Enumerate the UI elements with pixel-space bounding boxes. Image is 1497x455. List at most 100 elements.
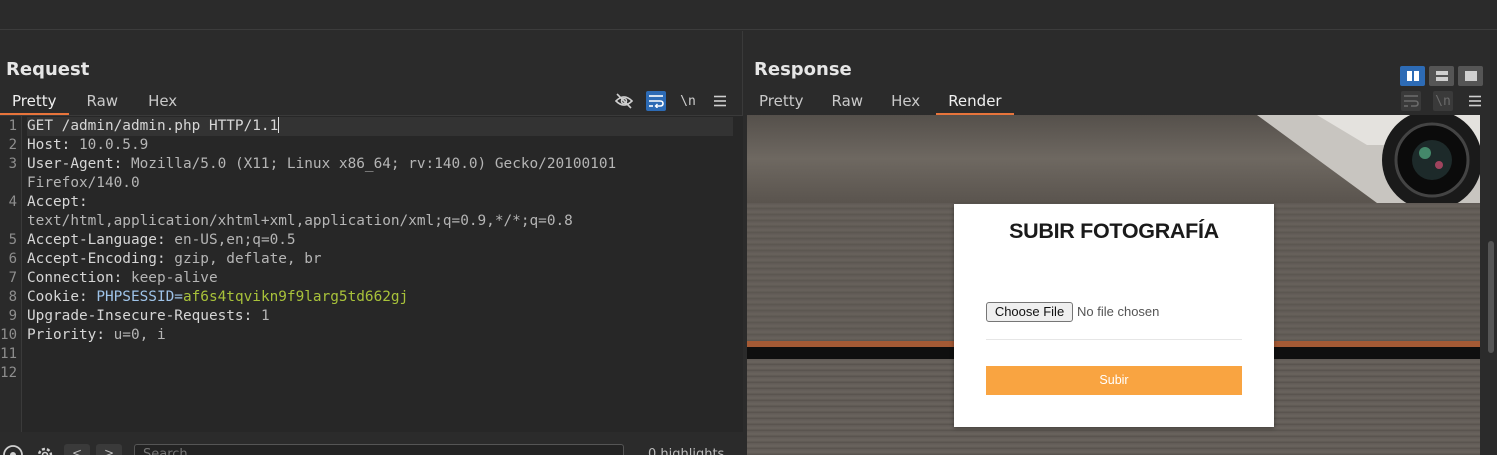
header-value: u=0, i (104, 327, 166, 343)
response-pane: Response Pretty Raw Hex Render \n SUBIR … (744, 31, 1497, 455)
request-tools: \n (614, 89, 730, 113)
response-tabs: Pretty Raw Hex Render (747, 89, 1018, 115)
header-name: Cookie (27, 289, 79, 305)
header-line-wrap: text/html,application/xhtml+xml,applicat… (27, 212, 573, 231)
response-title: Response (754, 59, 852, 80)
tab-hex[interactable]: Hex (136, 89, 189, 115)
line-number: 4 (8, 194, 17, 210)
line-number-gutter: 1 2 3 4 5 6 7 8 9 10 11 12 (0, 116, 22, 434)
header-line: Accept: (27, 193, 88, 212)
upload-heading: SUBIR FOTOGRAFÍA (1009, 219, 1219, 243)
request-editor[interactable]: 1 2 3 4 5 6 7 8 9 10 11 12 GET /admin/ad… (0, 115, 743, 434)
previous-match-button[interactable]: < (64, 444, 90, 455)
submit-button[interactable]: Subir (986, 366, 1242, 395)
header-value: gzip, deflate, br (165, 251, 322, 267)
tab-raw[interactable]: Raw (75, 89, 131, 115)
scrollbar-thumb[interactable] (1488, 241, 1494, 353)
tab-hex[interactable]: Hex (879, 89, 932, 115)
header-value: Mozilla/5.0 (X11; Linux x86_64; rv:140.0… (122, 156, 617, 172)
request-pane: Request Pretty Raw Hex \n 1 2 3 4 5 6 7 … (0, 31, 743, 455)
line-number: 6 (8, 251, 17, 267)
header-name: Priority (27, 327, 97, 343)
text-caret (278, 117, 280, 133)
response-tools: \n (1401, 89, 1485, 113)
line-number: 5 (8, 232, 17, 248)
header-line: Upgrade-Insecure-Requests: 1 (27, 307, 270, 326)
header-sep: : (156, 232, 166, 248)
line-number: 2 (8, 137, 17, 153)
gear-icon[interactable] (34, 444, 54, 455)
request-title: Request (6, 59, 90, 80)
eye-slash-icon[interactable] (614, 91, 634, 111)
header-line: Cookie: PHPSESSID=af6s4tqvikn9f9larg5td6… (27, 288, 408, 307)
header-line: Accept-Encoding: gzip, deflate, br (27, 250, 322, 269)
line-number: 10 (0, 327, 17, 343)
header-sep: : (78, 194, 88, 210)
top-toolbar (0, 0, 1497, 30)
line-number: 11 (0, 346, 17, 362)
header-line: Host: 10.0.5.9 (27, 136, 148, 155)
cookie-name: PHPSESSID (87, 289, 175, 305)
header-sep: : (113, 156, 123, 172)
divider (986, 339, 1242, 340)
file-status-text: No file chosen (1077, 304, 1160, 319)
header-name: Host (27, 137, 62, 153)
single-pane-icon[interactable] (1458, 66, 1483, 86)
hamburger-menu-icon[interactable] (1465, 91, 1485, 111)
header-line: Priority: u=0, i (27, 326, 166, 345)
newline-toggle[interactable]: \n (1433, 91, 1453, 111)
highlights-count: 0 highlights (648, 447, 725, 455)
wrap-lines-icon[interactable] (1401, 91, 1421, 111)
header-value: en-US,en;q=0.5 (165, 232, 296, 248)
split-horizontal-icon[interactable] (1400, 66, 1425, 86)
newline-toggle[interactable]: \n (678, 91, 698, 111)
header-name: Connection (27, 270, 114, 286)
header-name: Upgrade-Insecure-Requests (27, 308, 244, 324)
help-icon[interactable] (2, 444, 23, 455)
header-sep: : (113, 270, 123, 286)
next-match-button[interactable]: > (96, 444, 122, 455)
cookie-eq: = (174, 289, 183, 305)
header-sep: : (78, 289, 88, 305)
header-value: keep-alive (122, 270, 218, 286)
header-name: Accept-Language (27, 232, 157, 248)
line-number: 9 (8, 308, 17, 324)
line-number: 8 (8, 289, 17, 305)
line-number: 3 (8, 156, 17, 172)
header-sep: : (156, 251, 166, 267)
header-line: Accept-Language: en-US,en;q=0.5 (27, 231, 296, 250)
request-line-text: GET /admin/admin.php HTTP/1.1 (27, 118, 279, 134)
request-line: GET /admin/admin.php HTTP/1.1 (27, 117, 733, 136)
header-name: User-Agent (27, 156, 114, 172)
wrap-lines-icon[interactable] (646, 91, 666, 111)
camera-lens-image (1257, 115, 1480, 203)
choose-file-button[interactable]: Choose File (986, 302, 1073, 322)
cookie-value: af6s4tqvikn9f9larg5td662gj (182, 289, 409, 305)
header-value: text/html,application/xhtml+xml,applicat… (27, 213, 573, 229)
header-value: 1 (252, 308, 270, 324)
layout-toggle (1400, 66, 1483, 86)
request-tabs: Pretty Raw Hex (0, 89, 195, 115)
tab-raw[interactable]: Raw (820, 89, 876, 115)
line-number: 1 (8, 118, 17, 134)
header-value: 10.0.5.9 (70, 137, 149, 153)
request-footer: < > 0 highlights (0, 432, 743, 455)
render-scrollbar[interactable] (1486, 115, 1497, 455)
search-input[interactable] (134, 444, 624, 455)
upload-card: SUBIR FOTOGRAFÍA Choose File No file cho… (954, 204, 1274, 427)
header-value: Firefox/140.0 (27, 175, 140, 191)
header-line: User-Agent: Mozilla/5.0 (X11; Linux x86_… (27, 155, 616, 174)
header-line: Connection: keep-alive (27, 269, 218, 288)
header-sep: : (96, 327, 105, 343)
tab-render[interactable]: Render (936, 89, 1014, 115)
split-vertical-icon[interactable] (1429, 66, 1454, 86)
line-number: 7 (8, 270, 17, 286)
tab-pretty[interactable]: Pretty (0, 89, 69, 115)
header-name: Accept (27, 194, 79, 210)
tab-pretty[interactable]: Pretty (747, 89, 816, 115)
header-line-wrap: Firefox/140.0 (27, 174, 140, 193)
hamburger-menu-icon[interactable] (710, 91, 730, 111)
header-name: Accept-Encoding (27, 251, 157, 267)
render-view: SUBIR FOTOGRAFÍA Choose File No file cho… (747, 115, 1480, 455)
line-number: 12 (0, 365, 17, 381)
